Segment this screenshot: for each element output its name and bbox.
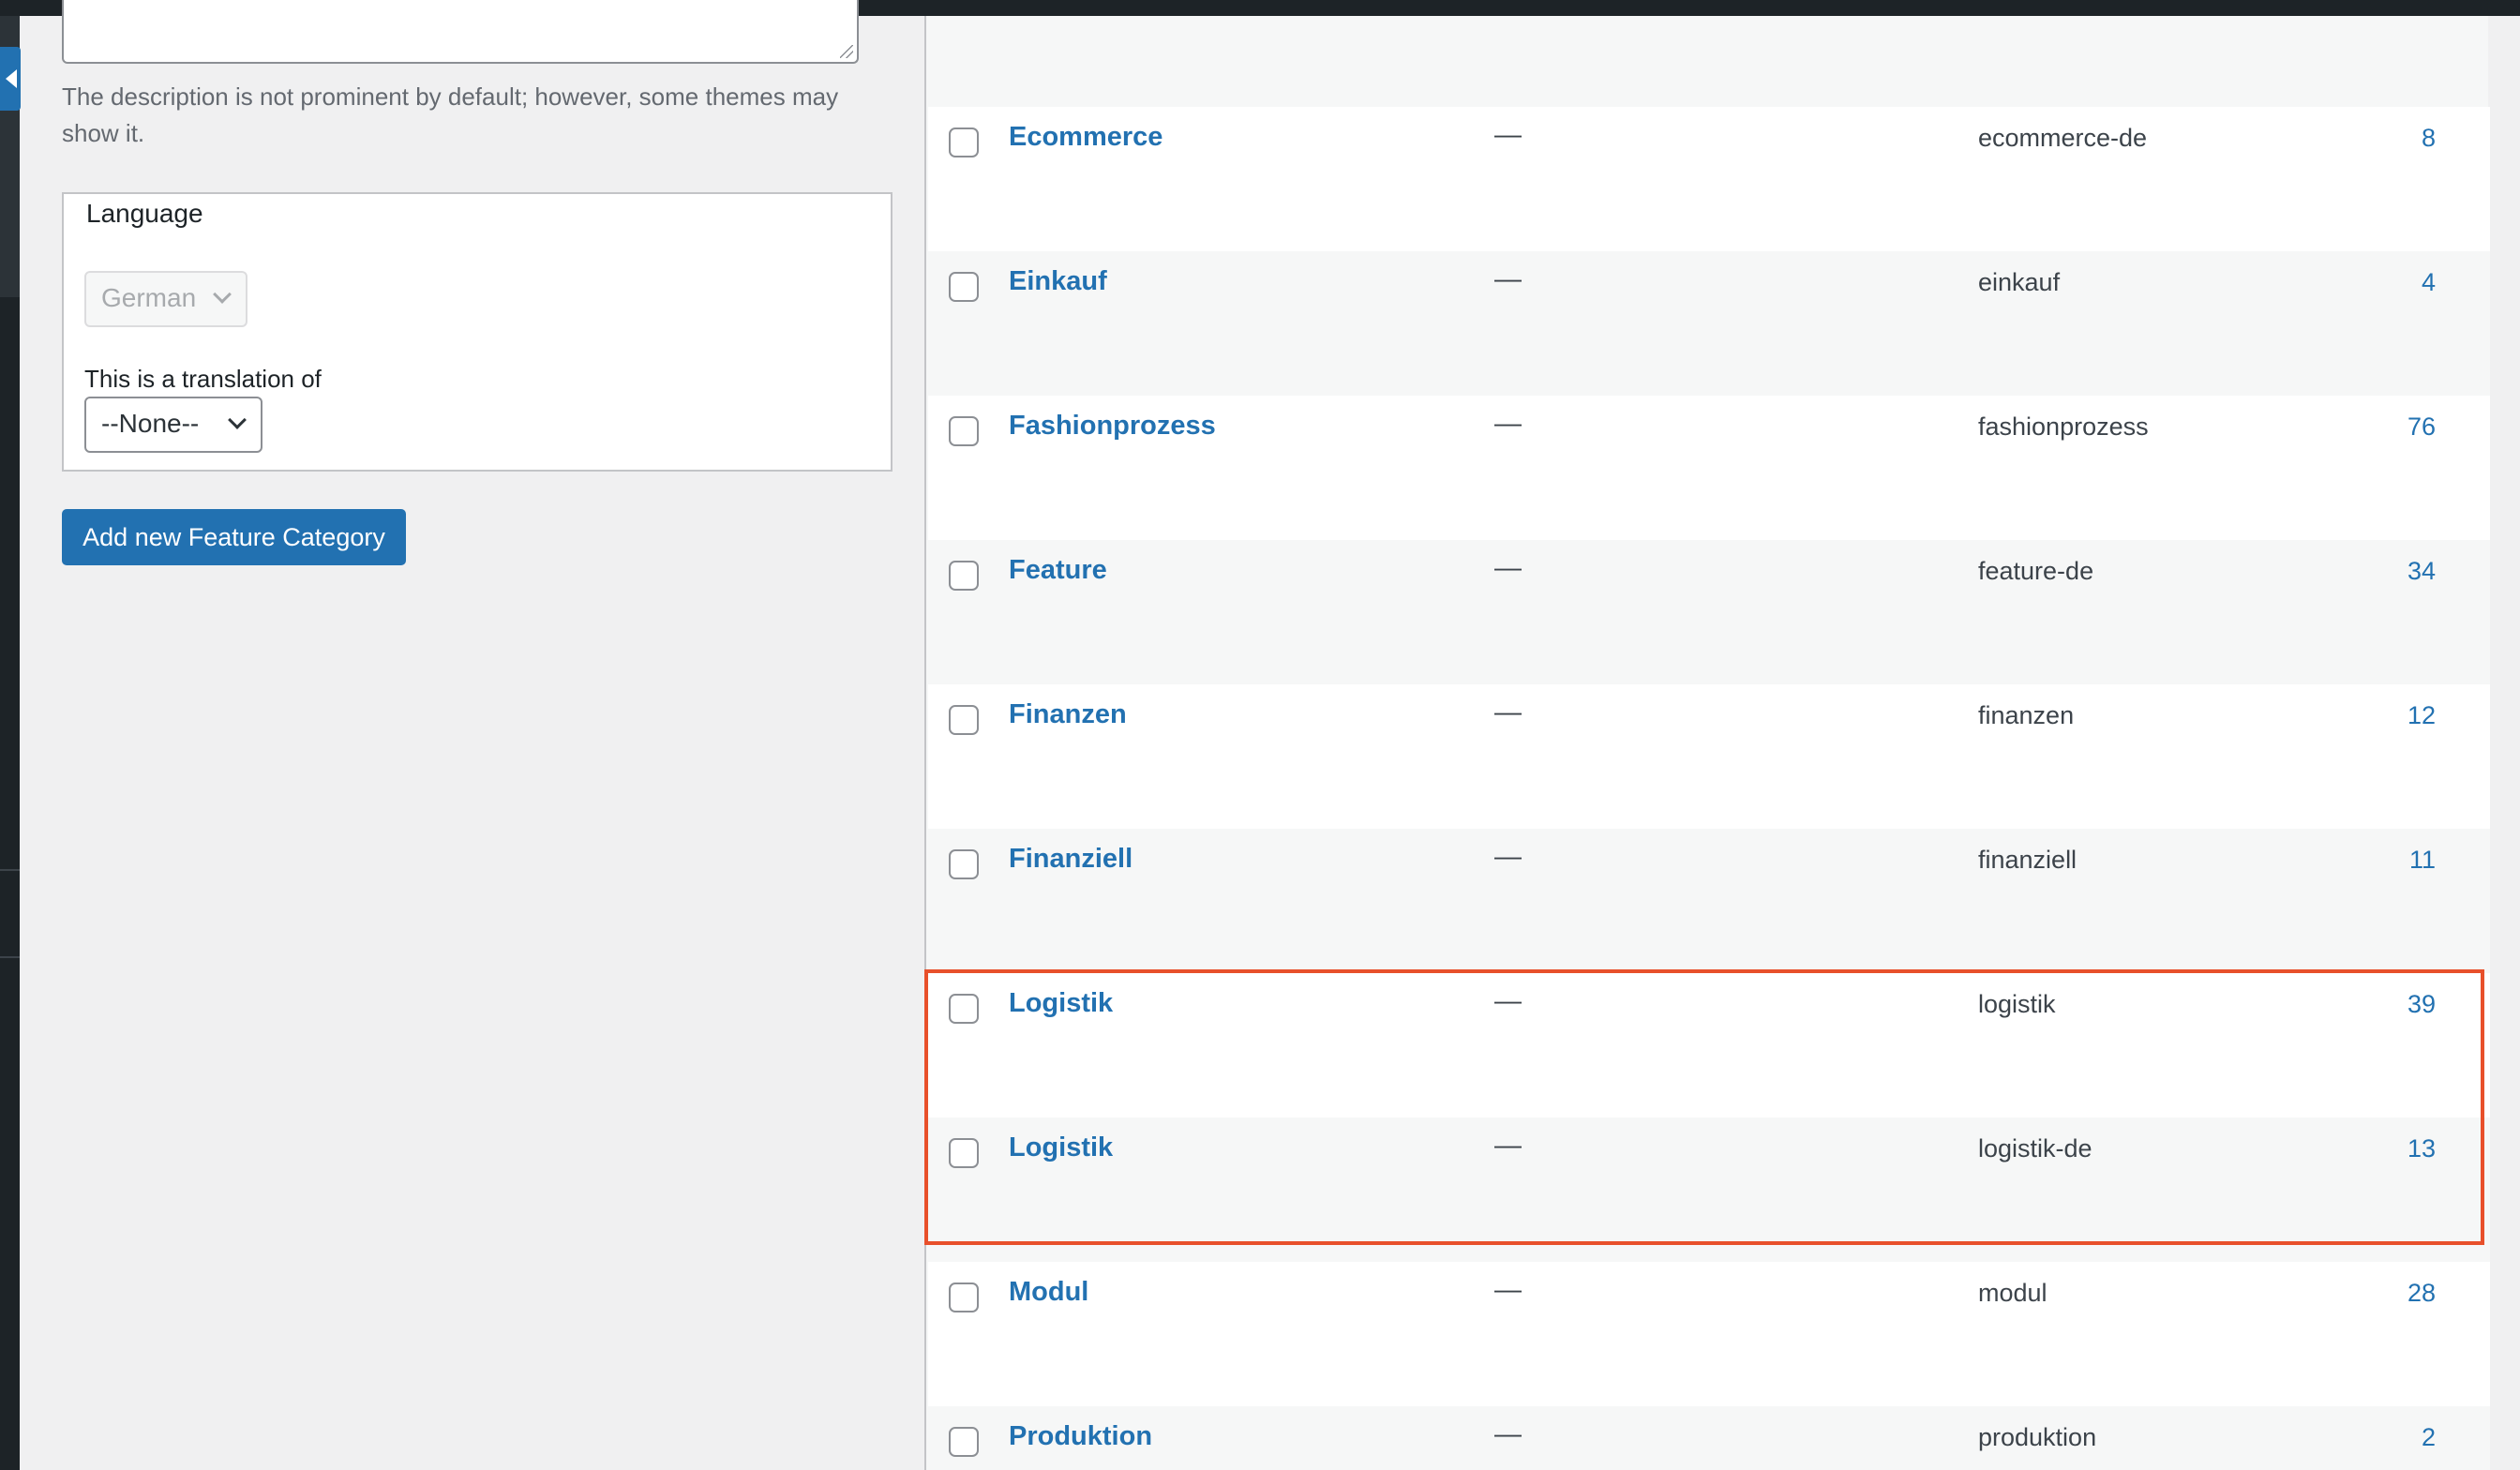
term-description: — xyxy=(1494,264,1522,294)
row-checkbox[interactable] xyxy=(949,994,979,1024)
translation-select-value: --None-- xyxy=(101,409,200,438)
admin-sidebar-separator xyxy=(0,956,20,958)
term-name-link[interactable]: Produktion xyxy=(1009,1421,1152,1452)
term-description: — xyxy=(1494,986,1522,1016)
term-name-link[interactable]: Ecommerce xyxy=(1009,122,1162,153)
table-row: Ecommerce — ecommerce-de 8 xyxy=(928,107,2490,251)
resize-grip-icon[interactable] xyxy=(840,45,853,58)
term-slug: modul xyxy=(1978,1279,2048,1307)
row-checkbox[interactable] xyxy=(949,705,979,735)
term-slug: logistik-de xyxy=(1978,1134,2092,1162)
term-count-link[interactable]: 8 xyxy=(2422,124,2436,153)
description-help-text: The description is not prominent by defa… xyxy=(62,82,839,147)
term-count-link[interactable]: 34 xyxy=(2408,557,2436,586)
term-slug: finanzen xyxy=(1978,701,2075,729)
term-slug: fashionprozess xyxy=(1978,412,2149,441)
term-slug: einkauf xyxy=(1978,268,2061,296)
row-checkbox[interactable] xyxy=(949,1282,979,1312)
term-count-link[interactable]: 4 xyxy=(2422,268,2436,297)
chevron-down-icon xyxy=(228,411,247,429)
term-name-link[interactable]: Logistik xyxy=(1009,988,1113,1019)
collapse-menu-arrow-icon[interactable] xyxy=(0,47,21,111)
translation-label: This is a translation of xyxy=(84,365,322,393)
term-description: — xyxy=(1494,1419,1522,1449)
table-row: Einkauf — einkauf 4 xyxy=(928,251,2490,396)
description-textarea[interactable] xyxy=(62,0,859,64)
translation-select[interactable]: --None-- xyxy=(84,397,262,453)
term-count-link[interactable]: 28 xyxy=(2408,1279,2436,1308)
term-description: — xyxy=(1494,553,1522,583)
row-checkbox[interactable] xyxy=(949,849,979,879)
table-row: Feature — feature-de 34 xyxy=(928,540,2490,684)
admin-sidebar xyxy=(0,0,20,1470)
language-select: German xyxy=(84,271,248,327)
term-count-link[interactable]: 11 xyxy=(2409,846,2436,875)
term-description: — xyxy=(1494,409,1522,439)
term-description: — xyxy=(1494,1275,1522,1305)
language-select-value: German xyxy=(101,283,197,312)
term-slug: logistik xyxy=(1978,990,2056,1018)
row-checkbox[interactable] xyxy=(949,272,979,302)
add-feature-category-button[interactable]: Add new Feature Category xyxy=(62,509,406,565)
admin-sidebar-separator xyxy=(0,869,20,871)
term-name-link[interactable]: Feature xyxy=(1009,555,1107,586)
term-name-link[interactable]: Logistik xyxy=(1009,1132,1113,1163)
table-row: Produktion — produktion 2 xyxy=(928,1406,2490,1470)
term-name-link[interactable]: Finanzen xyxy=(1009,699,1127,730)
term-description: — xyxy=(1494,120,1522,150)
terms-table: Ecommerce — ecommerce-de 8 Einkauf — ein… xyxy=(924,16,2490,1470)
term-slug: produktion xyxy=(1978,1423,2097,1451)
term-count-link[interactable]: 13 xyxy=(2408,1134,2436,1163)
table-row: Logistik — logistik-de 13 xyxy=(928,1118,2490,1262)
table-row: Fashionprozess — fashionprozess 76 xyxy=(928,396,2490,540)
term-name-link[interactable]: Modul xyxy=(1009,1277,1088,1308)
language-box: Language German This is a translation of… xyxy=(62,192,892,472)
row-checkbox[interactable] xyxy=(949,416,979,446)
row-checkbox[interactable] xyxy=(949,128,979,158)
term-name-link[interactable]: Fashionprozess xyxy=(1009,411,1216,442)
table-row: Modul — modul 28 xyxy=(928,1262,2490,1406)
term-slug: ecommerce-de xyxy=(1978,124,2148,152)
row-checkbox[interactable] xyxy=(949,1427,979,1457)
term-description: — xyxy=(1494,1131,1522,1161)
term-slug: finanziell xyxy=(1978,846,2078,874)
term-name-link[interactable]: Finanziell xyxy=(1009,844,1132,875)
row-checkbox[interactable] xyxy=(949,561,979,591)
term-count-link[interactable]: 12 xyxy=(2408,701,2436,730)
language-label: Language xyxy=(86,199,203,228)
row-checkbox[interactable] xyxy=(949,1138,979,1168)
table-row: Finanziell — finanziell 11 xyxy=(928,829,2490,973)
term-count-link[interactable]: 76 xyxy=(2408,412,2436,442)
table-row: Finanzen — finanzen 12 xyxy=(928,684,2490,829)
table-row: Logistik — logistik 39 xyxy=(928,973,2490,1118)
term-slug: feature-de xyxy=(1978,557,2094,585)
term-description: — xyxy=(1494,698,1522,728)
chevron-down-icon xyxy=(213,285,232,304)
term-count-link[interactable]: 2 xyxy=(2422,1423,2436,1452)
term-name-link[interactable]: Einkauf xyxy=(1009,266,1107,297)
term-count-link[interactable]: 39 xyxy=(2408,990,2436,1019)
term-description: — xyxy=(1494,842,1522,872)
